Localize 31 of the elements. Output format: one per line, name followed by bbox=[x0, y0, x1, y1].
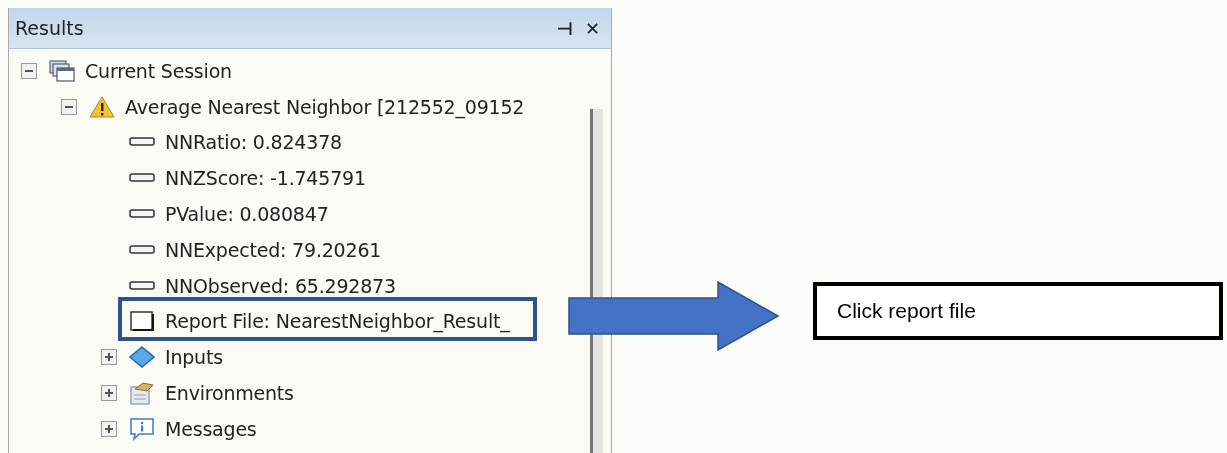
value-icon bbox=[129, 209, 155, 220]
tree-item[interactable]: Messages bbox=[165, 417, 257, 440]
tree-item[interactable]: Inputs bbox=[165, 346, 223, 369]
value-icon bbox=[129, 244, 155, 255]
panel-title: Results bbox=[15, 17, 84, 39]
value-icon bbox=[129, 280, 155, 291]
tree-item[interactable]: NNZScore: -1.745791 bbox=[165, 167, 366, 190]
expand-toggle[interactable] bbox=[101, 349, 117, 366]
warning-icon bbox=[89, 95, 115, 118]
expand-toggle[interactable] bbox=[101, 420, 117, 437]
tree-item[interactable]: PValue: 0.080847 bbox=[165, 203, 329, 226]
tree-item[interactable]: Environments bbox=[165, 382, 294, 405]
close-button[interactable]: ✕ bbox=[581, 17, 603, 39]
callout-box: Click report file bbox=[813, 282, 1223, 340]
pin-button[interactable]: ⊣ bbox=[553, 17, 576, 39]
diamond-icon bbox=[129, 346, 155, 369]
tree-item[interactable]: NNRatio: 0.824378 bbox=[165, 131, 342, 154]
windows-stack-icon bbox=[49, 59, 75, 82]
collapse-toggle[interactable] bbox=[61, 98, 77, 115]
collapse-toggle[interactable] bbox=[21, 62, 37, 79]
folder-form-icon bbox=[129, 381, 155, 406]
value-icon bbox=[129, 173, 155, 184]
blank-file-icon bbox=[129, 310, 155, 333]
info-bubble-icon bbox=[129, 416, 155, 441]
tree-item[interactable]: Current Session bbox=[85, 59, 232, 82]
tree-item[interactable]: NNExpected: 79.20261 bbox=[165, 238, 382, 261]
value-icon bbox=[129, 137, 155, 148]
tree-item[interactable]: NNObserved: 65.292873 bbox=[165, 274, 396, 297]
tree-item[interactable]: Report File: NearestNeighbor_Result_ bbox=[165, 310, 510, 333]
expand-toggle[interactable] bbox=[101, 385, 117, 402]
tree-item[interactable]: Average Nearest Neighbor [212552_09152 bbox=[125, 95, 525, 118]
